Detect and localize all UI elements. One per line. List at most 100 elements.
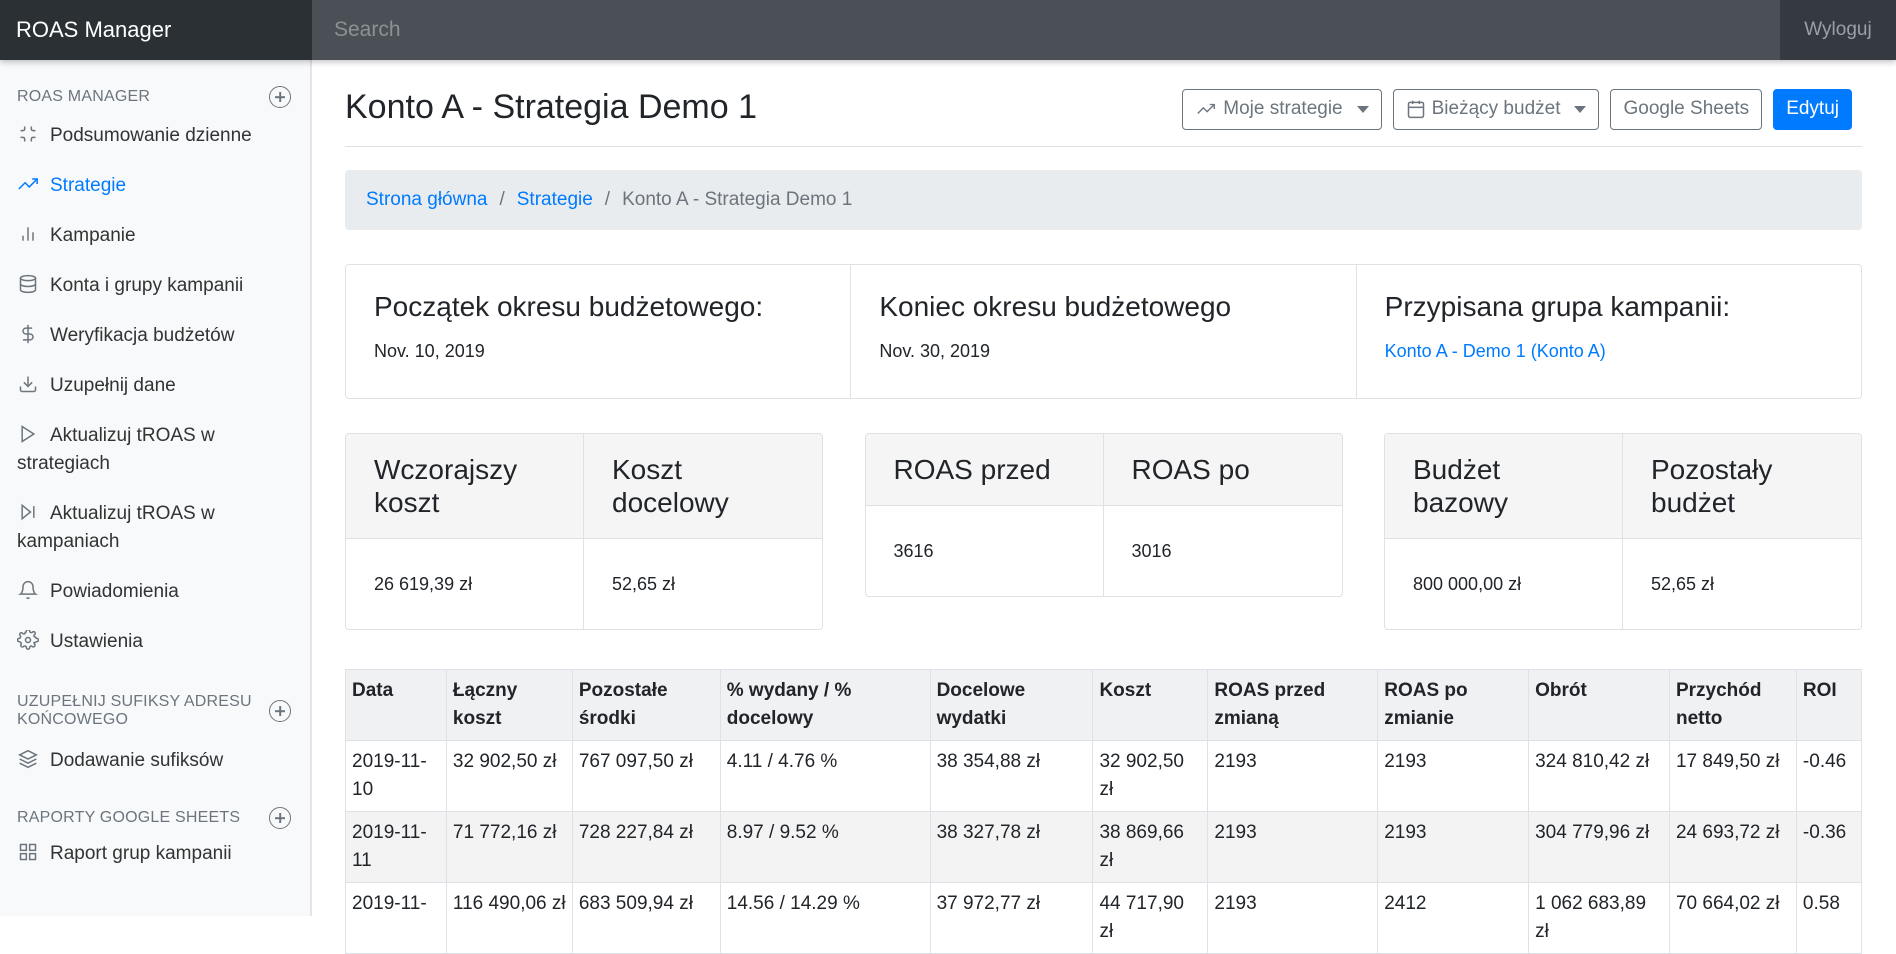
table-cell: 2193 [1377,740,1530,812]
sidebar-item-strategies[interactable]: Strategie [0,161,311,211]
dollar-icon [22,324,34,344]
table-cell: 2412 [1377,882,1530,954]
breadcrumb-strategies[interactable]: Strategie [517,189,593,211]
campaign-group-link[interactable]: Konto A - Demo 1 (Konto A) [1385,341,1606,361]
column-header: ROAS po zmianie [1377,669,1530,741]
breadcrumb-home[interactable]: Strona główna [366,189,487,211]
table-cell: -0.46 [1795,740,1863,812]
table-cell: 44 717,90 zł [1092,882,1209,954]
roas-before-label: ROAS przed [865,434,1103,506]
my-strategies-dropdown[interactable]: Moje strategie [1182,88,1382,130]
sidebar-item-accounts[interactable]: Konta i grupy kampanii [0,261,311,311]
sidebar-item-settings[interactable]: Ustawienia [0,617,311,667]
table-cell: 1 062 683,89 zł [1528,882,1670,954]
column-header: Data [345,669,447,741]
edit-button[interactable]: Edytuj [1773,88,1852,130]
remaining-budget-card: Pozostały budżet 52,65 zł [1623,434,1861,629]
yesterday-cost-card: Wczorajszy koszt 26 619,39 zł [346,434,584,629]
table-cell: 32 902,50 zł [445,740,573,812]
column-header: ROAS przed zmianą [1207,669,1379,741]
table-row: 2019-11- 116 490,06 zł 683 509,94 zł 14.56 … [345,882,1863,954]
table-cell: 38 869,66 zł [1092,811,1209,883]
sidebar-item-campaign-groups-report[interactable]: Raport grup kampanii [0,829,311,879]
table-header-row: Data Łączny koszt Pozostałe środki% wydany… [345,669,1863,741]
period-start-label: Początek okresu budżetowego: [374,291,764,322]
sidebar-heading-roas: ROAS MANAGER [0,86,311,108]
remaining-budget-value: 52,65 zł [1651,573,1715,594]
search-input[interactable] [312,0,1780,60]
roas-after-label: ROAS po [1103,434,1342,506]
table-cell: 8.97 / 9.52 % [719,811,931,883]
bell-icon [18,580,38,600]
sidebar-item-campaigns[interactable]: Kampanie [0,211,311,261]
play-icon [21,425,36,443]
caret-down-icon [1356,105,1369,113]
sidebar-item-budget-verification[interactable]: Weryfikacja budżetów [0,311,311,361]
current-budget-dropdown[interactable]: Bieżący budżet [1392,88,1600,130]
table-cell: 324 810,42 zł [1528,740,1670,812]
table-cell: 2019-11-11 [345,811,447,883]
yesterday-cost-value: 26 619,39 zł [374,573,473,594]
table-cell: 14.56 / 14.29 % [719,882,931,954]
table-cell: 2193 [1207,882,1379,954]
target-cost-value: 52,65 zł [612,573,676,594]
calendar-icon [1407,100,1424,119]
table-cell: 2193 [1207,740,1379,812]
add-circle-icon[interactable] [269,807,291,829]
google-sheets-button[interactable]: Google Sheets [1610,88,1763,130]
add-circle-icon[interactable] [269,700,291,722]
remaining-budget-label: Pozostały budżet [1623,434,1861,539]
budget-period-info: Początek okresu budżetowego: Nov. 10, 20… [345,264,1862,399]
sidebar-item-notifications[interactable]: Powiadomienia [0,567,311,617]
column-header: Pozostałe środki [571,669,721,741]
sidebar-item-add-suffixes[interactable]: Dodawanie sufiksów [0,736,311,786]
sidebar-item-update-troas-campaigns[interactable]: Aktualizuj tROAS w kampaniach [0,489,311,567]
table-cell: 38 354,88 zł [929,740,1094,812]
grid-icon [19,843,37,861]
sidebar-item-update-troas-strategies[interactable]: Aktualizuj tROAS w strategiach [0,411,311,489]
base-budget-card: Budżet bazowy 800 000,00 zł [1385,434,1623,629]
table-cell: 683 509,94 zł [571,882,721,954]
roas-after-value: 3016 [1131,540,1172,561]
table-cell: 116 490,06 zł [445,882,573,954]
column-header: Obrót [1528,669,1670,741]
trending-up-icon [18,178,38,190]
sidebar-item-daily-summary[interactable]: Podsumowanie dzienne [0,111,311,161]
cost-metrics: Wczorajszy koszt 26 619,39 zł Koszt doce… [345,433,823,630]
bar-chart-icon [22,227,34,241]
column-header: Przychód netto [1668,669,1797,741]
download-icon [19,376,37,393]
roas-after-card: ROAS po 3016 [1103,434,1342,596]
breadcrumb-separator: / [604,189,611,210]
signout-link[interactable]: Wyloguj [1780,0,1896,60]
table-cell: 2193 [1377,811,1530,883]
column-header: % wydany / % docelowy [719,669,931,741]
breadcrumb-current: Konto A - Strategia Demo 1 [622,189,853,210]
roas-before-card: ROAS przed 3616 [865,434,1104,596]
table-cell: 17 849,50 zł [1668,740,1797,812]
table-cell: 70 664,02 zł [1668,882,1797,954]
table-body: 2019-11-10 32 902,50 zł 767 097,50 zł 4.11 … [345,740,1863,954]
sidebar-heading-sheets: RAPORTY GOOGLE SHEETS [0,807,311,829]
column-header: Koszt [1092,669,1209,741]
sidebar-item-fill-data[interactable]: Uzupełnij dane [0,361,311,411]
sidebar-heading-suffixes: UZUPEŁNIJ SUFIKSY ADRESU KOŃCOWEGO [0,693,311,729]
table-cell: 2193 [1207,811,1379,883]
brand-logo[interactable]: ROAS Manager [0,0,312,60]
sidebar: ROAS MANAGER Podsumowanie dzienne Strate… [0,60,312,916]
column-header: Docelowe wydatki [929,669,1094,741]
top-navbar: ROAS Manager Wyloguj [0,0,1896,60]
table-cell: -0.36 [1795,811,1863,883]
yesterday-cost-label: Wczorajszy koszt [346,434,583,539]
table-row: 2019-11-11 71 772,16 zł 728 227,84 zł 8.97 … [345,811,1863,883]
table-cell: 2019-11-10 [345,740,447,812]
caret-down-icon [1574,105,1587,113]
table-row: 2019-11-10 32 902,50 zł 767 097,50 zł 4.11 … [345,740,1863,812]
table-cell: 0.58 [1795,882,1863,954]
minimize-icon [20,126,36,142]
add-circle-icon[interactable] [269,86,291,108]
campaign-group-label: Przypisana grupa kampanii: [1384,291,1731,322]
metrics-row: Wczorajszy koszt 26 619,39 zł Koszt doce… [345,433,1862,630]
layers-icon [17,749,39,769]
period-start-value: Nov. 10, 2019 [374,341,485,361]
